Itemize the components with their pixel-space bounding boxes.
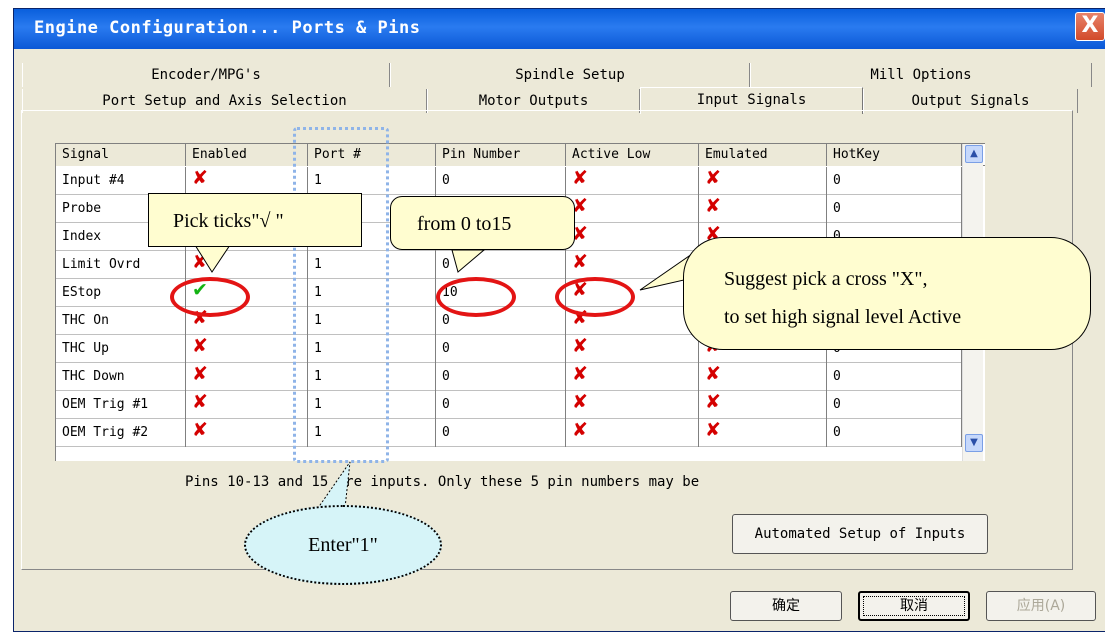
- red-cross-icon[interactable]: ✘: [572, 391, 588, 413]
- cell-active-low[interactable]: ✘: [566, 391, 699, 419]
- tab-spindle-setup[interactable]: Spindle Setup: [390, 63, 750, 87]
- scroll-up-icon[interactable]: ▲: [965, 145, 983, 163]
- pin-highlight-ring: [436, 277, 516, 317]
- col-header-active-low[interactable]: Active Low: [566, 144, 699, 166]
- cell-signal: THC Down: [56, 363, 186, 391]
- apply-button[interactable]: 应用(A): [986, 591, 1096, 621]
- col-header-signal[interactable]: Signal: [56, 144, 186, 166]
- cell-active-low[interactable]: ✘: [566, 363, 699, 391]
- cell-active-low[interactable]: ✘: [566, 335, 699, 363]
- cell-active-low[interactable]: ✘: [566, 223, 699, 251]
- cell-pin[interactable]: 0: [436, 391, 566, 419]
- red-cross-icon[interactable]: ✘: [572, 363, 588, 385]
- cell-pin[interactable]: 0: [436, 335, 566, 363]
- cell-emulated[interactable]: ✘: [699, 195, 827, 223]
- cell-hotkey[interactable]: 0: [827, 419, 962, 447]
- pin-range-callout: from 0 to15: [390, 196, 575, 250]
- suggest-line-2: to set high signal level Active: [724, 306, 962, 328]
- cell-active-low[interactable]: ✘: [566, 419, 699, 447]
- cell-signal: Input #4: [56, 167, 186, 195]
- cell-signal: OEM Trig #2: [56, 419, 186, 447]
- cell-emulated[interactable]: ✘: [699, 363, 827, 391]
- cell-active-low[interactable]: ✘: [566, 167, 699, 195]
- red-cross-icon[interactable]: ✘: [192, 419, 208, 441]
- table-row[interactable]: Input #4 ✘ 1 0 ✘ ✘ 0: [56, 167, 962, 195]
- cell-signal: THC On: [56, 307, 186, 335]
- cell-enabled[interactable]: ✘: [186, 335, 308, 363]
- red-cross-icon[interactable]: ✘: [192, 167, 208, 189]
- tab-row-top: Encoder/MPG's Spindle Setup Mill Options: [22, 63, 1092, 87]
- cell-hotkey[interactable]: 0: [827, 363, 962, 391]
- pick-ticks-callout: Pick ticks"√ ": [148, 193, 362, 247]
- red-cross-icon[interactable]: ✘: [192, 335, 208, 357]
- table-row[interactable]: OEM Trig #1 ✘ 1 0 ✘ ✘ 0: [56, 391, 962, 419]
- close-button[interactable]: X: [1075, 12, 1105, 41]
- cell-emulated[interactable]: ✘: [699, 419, 827, 447]
- col-header-hotkey[interactable]: HotKey: [827, 144, 962, 166]
- red-cross-icon[interactable]: ✘: [192, 363, 208, 385]
- table-row[interactable]: OEM Trig #2 ✘ 1 0 ✘ ✘ 0: [56, 419, 962, 447]
- scroll-down-icon[interactable]: ▼: [965, 434, 983, 452]
- cell-signal: OEM Trig #1: [56, 391, 186, 419]
- red-cross-icon[interactable]: ✘: [705, 391, 721, 413]
- port-column-highlight: [293, 127, 389, 463]
- cell-pin[interactable]: 0: [436, 419, 566, 447]
- cell-emulated[interactable]: ✘: [699, 167, 827, 195]
- cancel-button[interactable]: 取消: [858, 591, 970, 621]
- cell-signal: THC Up: [56, 335, 186, 363]
- automated-setup-button[interactable]: Automated Setup of Inputs: [732, 514, 988, 554]
- cell-enabled[interactable]: ✘: [186, 363, 308, 391]
- cell-signal: EStop: [56, 279, 186, 307]
- suggest-line-1: Suggest pick a cross "X",: [724, 268, 928, 290]
- cell-enabled[interactable]: ✘: [186, 167, 308, 195]
- title-bar: Engine Configuration... Ports & Pins X: [14, 9, 1105, 49]
- col-header-pin[interactable]: Pin Number: [436, 144, 566, 166]
- cell-hotkey[interactable]: 0: [827, 167, 962, 195]
- red-cross-icon[interactable]: ✘: [192, 391, 208, 413]
- cell-emulated[interactable]: ✘: [699, 391, 827, 419]
- inputs-note: Pins 10-13 and 15 are inputs. Only these…: [185, 474, 700, 490]
- cell-active-low[interactable]: ✘: [566, 251, 699, 279]
- tab-encoder-mpg[interactable]: Encoder/MPG's: [22, 63, 390, 87]
- active-low-highlight-ring: [555, 277, 635, 317]
- red-cross-icon[interactable]: ✘: [572, 167, 588, 189]
- red-cross-icon[interactable]: ✘: [705, 363, 721, 385]
- window-title: Engine Configuration... Ports & Pins: [34, 18, 421, 38]
- cell-hotkey[interactable]: 0: [827, 195, 962, 223]
- cell-signal: Limit Ovrd: [56, 251, 186, 279]
- table-row[interactable]: THC Down ✘ 1 0 ✘ ✘ 0: [56, 363, 962, 391]
- enabled-highlight-ring: [170, 277, 250, 317]
- red-cross-icon[interactable]: ✘: [705, 167, 721, 189]
- ok-button[interactable]: 确定: [730, 591, 842, 621]
- cell-pin[interactable]: 0: [436, 363, 566, 391]
- tab-mill-options[interactable]: Mill Options: [750, 63, 1092, 87]
- red-cross-icon[interactable]: ✘: [192, 251, 208, 273]
- cell-active-low[interactable]: ✘: [566, 195, 699, 223]
- col-header-emulated[interactable]: Emulated: [699, 144, 827, 166]
- col-header-enabled[interactable]: Enabled: [186, 144, 308, 166]
- red-cross-icon[interactable]: ✘: [572, 251, 588, 273]
- cell-enabled[interactable]: ✘: [186, 391, 308, 419]
- red-cross-icon[interactable]: ✘: [705, 419, 721, 441]
- cell-enabled[interactable]: ✘: [186, 251, 308, 279]
- cell-pin[interactable]: 0: [436, 251, 566, 279]
- table-header-row: Signal Enabled Port # Pin Number Active …: [56, 144, 985, 166]
- suggest-cross-callout: Suggest pick a cross "X", to set high si…: [683, 237, 1091, 350]
- cell-enabled[interactable]: ✘: [186, 419, 308, 447]
- enter-one-callout: Enter"1": [244, 505, 442, 585]
- cell-hotkey[interactable]: 0: [827, 391, 962, 419]
- cell-pin[interactable]: 0: [436, 167, 566, 195]
- red-cross-icon[interactable]: ✘: [572, 419, 588, 441]
- red-cross-icon[interactable]: ✘: [705, 195, 721, 217]
- red-cross-icon[interactable]: ✘: [572, 335, 588, 357]
